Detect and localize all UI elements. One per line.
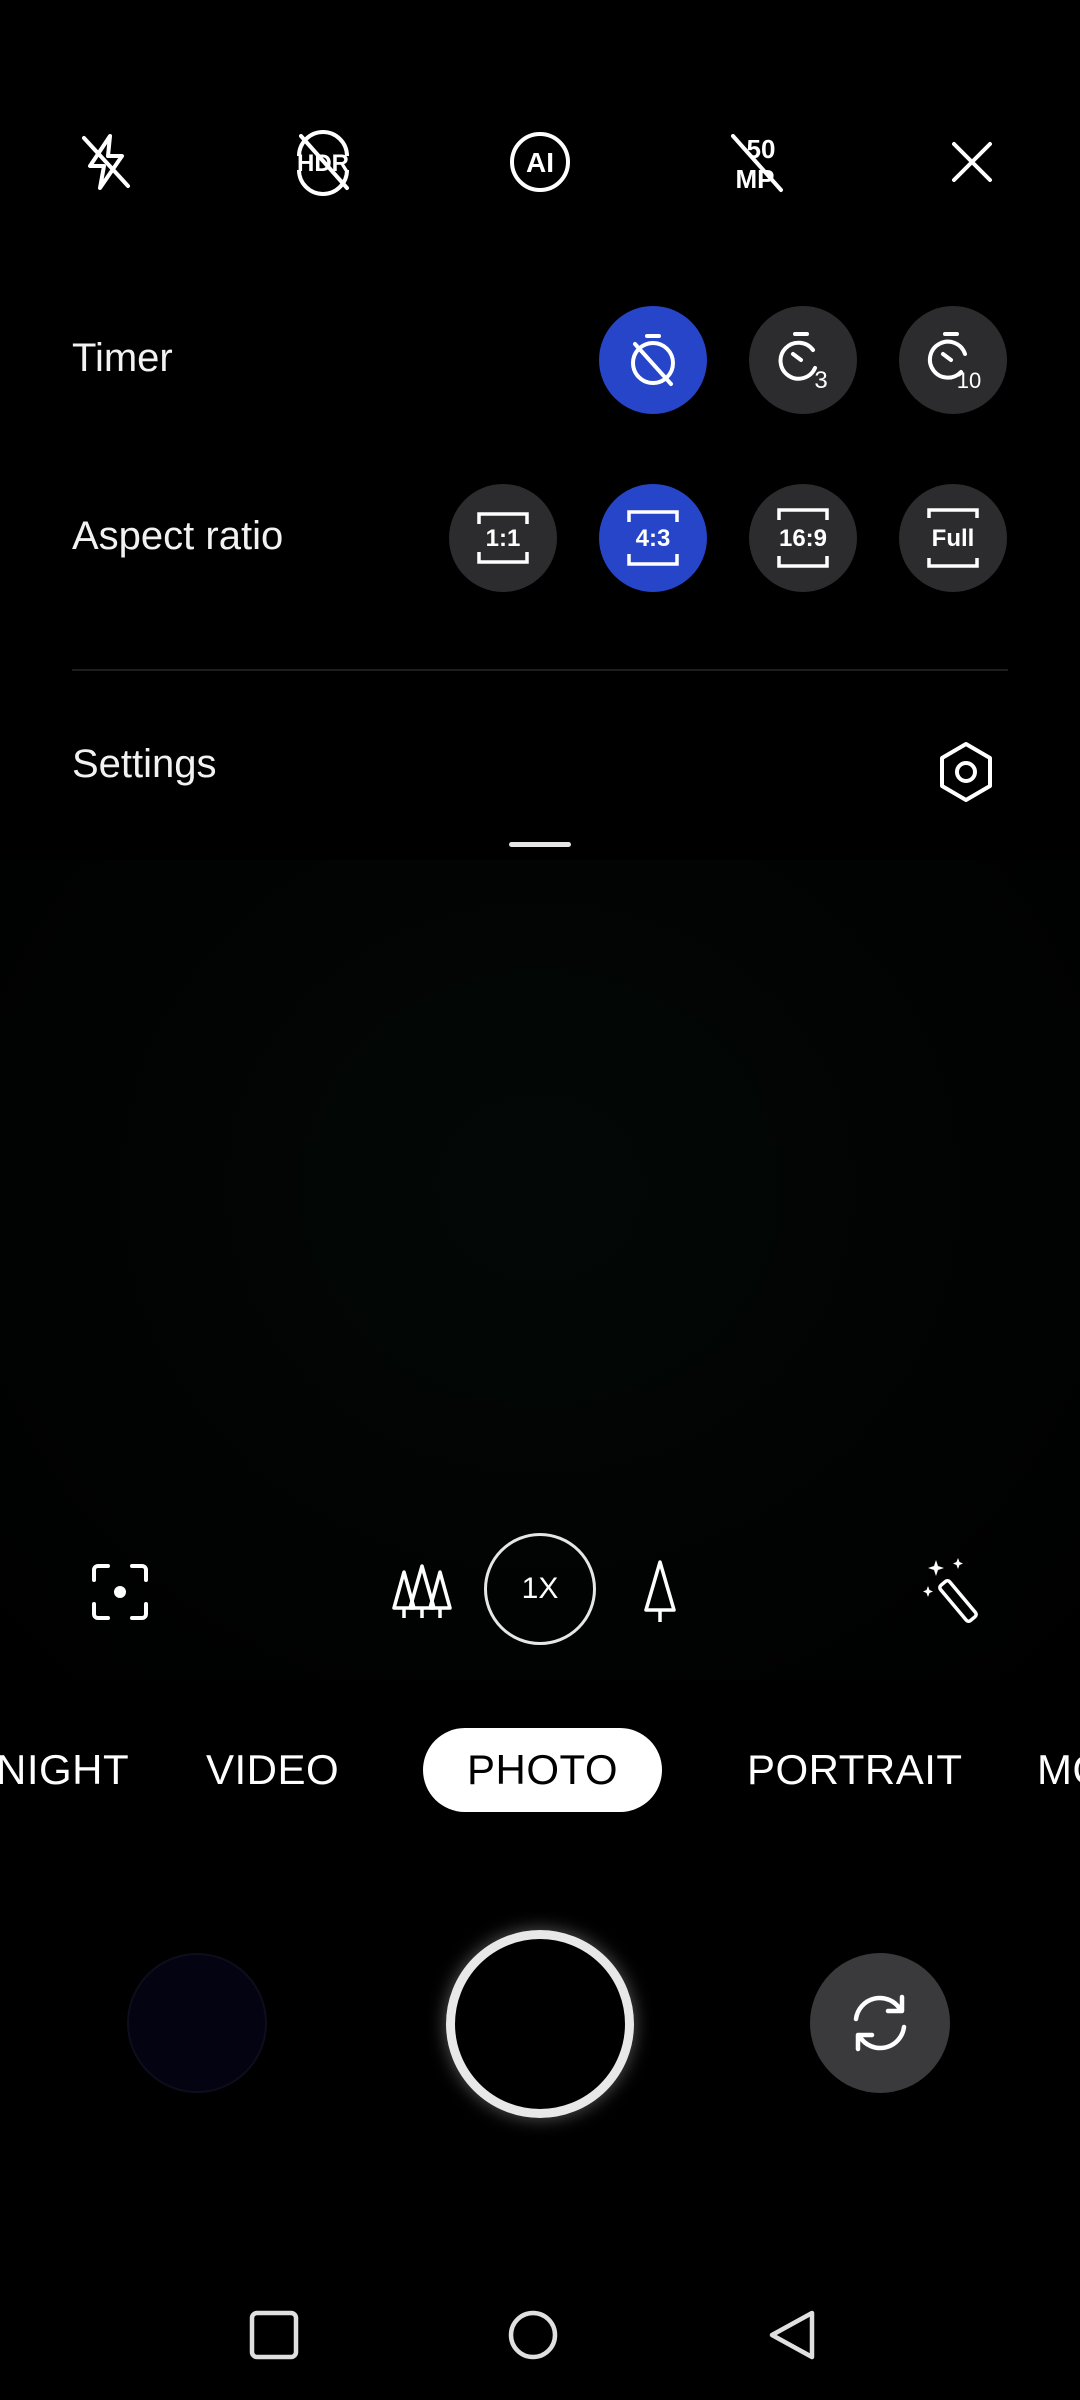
- focus-lens-button[interactable]: [88, 1560, 152, 1624]
- timer-10s-button[interactable]: 10: [899, 306, 1007, 414]
- timer-3s-button[interactable]: 3: [749, 306, 857, 414]
- nav-recents-button[interactable]: [234, 2300, 314, 2370]
- timer-10s-icon: 10: [927, 332, 981, 392]
- aspect-1-1-button[interactable]: 1:1: [449, 484, 557, 592]
- beauty-filter-button[interactable]: [922, 1556, 990, 1624]
- 50mp-toggle-button[interactable]: 50 MP: [711, 116, 803, 208]
- circle-home-icon: [508, 2310, 558, 2360]
- close-icon: [952, 142, 992, 182]
- aspect-full-text: Full: [932, 525, 975, 552]
- timer-3s-text: 3: [814, 367, 827, 392]
- magic-wand-icon: [923, 1558, 978, 1623]
- shutter-button[interactable]: [446, 1930, 634, 2118]
- nav-home-button[interactable]: [493, 2300, 573, 2370]
- ai-scene-button[interactable]: AI: [494, 116, 586, 208]
- zoom-wide-button[interactable]: [390, 1558, 454, 1622]
- aspect-4-3-icon: 4:3: [627, 510, 679, 566]
- zoom-tele-button[interactable]: [636, 1556, 684, 1624]
- hdr-toggle-button[interactable]: HDR: [277, 116, 369, 208]
- flash-toggle-button[interactable]: [60, 116, 152, 208]
- aspect-16-9-button[interactable]: 16:9: [749, 484, 857, 592]
- timer-off-icon: [631, 334, 675, 386]
- aspect-4-3-text: 4:3: [636, 525, 671, 552]
- timer-10s-text: 10: [957, 368, 981, 392]
- settings-hexagon-icon: [940, 742, 992, 802]
- zoom-level-button[interactable]: 1X: [484, 1533, 596, 1645]
- mode-night[interactable]: NIGHT: [0, 1728, 129, 1812]
- ai-text: AI: [526, 147, 554, 178]
- ai-icon: AI: [510, 132, 570, 192]
- aspect-full-icon: Full: [927, 508, 979, 568]
- aspect-4-3-button[interactable]: 4:3: [599, 484, 707, 592]
- panel-drag-handle[interactable]: [509, 842, 571, 847]
- aspect-1-1-text: 1:1: [486, 525, 521, 552]
- mp-text-top: 50: [747, 134, 776, 164]
- gallery-thumbnail[interactable]: [127, 1953, 267, 2093]
- aspect-full-button[interactable]: Full: [899, 484, 1007, 592]
- switch-camera-button[interactable]: [810, 1953, 950, 2093]
- focus-scan-icon: [92, 1564, 148, 1620]
- divider: [72, 669, 1008, 671]
- settings-button[interactable]: [934, 740, 998, 804]
- mode-portrait[interactable]: PORTRAIT: [747, 1728, 963, 1812]
- timer-3s-icon: 3: [778, 332, 828, 392]
- aspect-ratio-label: Aspect ratio: [72, 514, 284, 558]
- hdr-off-icon: HDR: [297, 130, 349, 196]
- timer-label: Timer: [72, 336, 173, 380]
- tree-tele-icon: [644, 1560, 676, 1622]
- mode-video[interactable]: VIDEO: [206, 1728, 339, 1812]
- switch-camera-icon: [853, 1994, 907, 2052]
- aspect-1-1-icon: 1:1: [477, 512, 529, 564]
- timer-off-button[interactable]: [599, 306, 707, 414]
- mode-photo[interactable]: PHOTO: [423, 1728, 663, 1812]
- square-recents-icon: [249, 2310, 299, 2360]
- aspect-16-9-icon: 16:9: [777, 508, 829, 568]
- close-button[interactable]: [926, 116, 1018, 208]
- aspect-16-9-text: 16:9: [779, 525, 827, 552]
- trees-wide-icon: [392, 1564, 452, 1618]
- settings-label[interactable]: Settings: [72, 742, 217, 787]
- flash-off-icon: [82, 134, 130, 190]
- nav-back-button[interactable]: [752, 2300, 832, 2370]
- 50mp-off-icon: 50 MP: [731, 134, 783, 194]
- mode-more[interactable]: MO: [1037, 1728, 1080, 1812]
- triangle-back-icon: [769, 2310, 815, 2360]
